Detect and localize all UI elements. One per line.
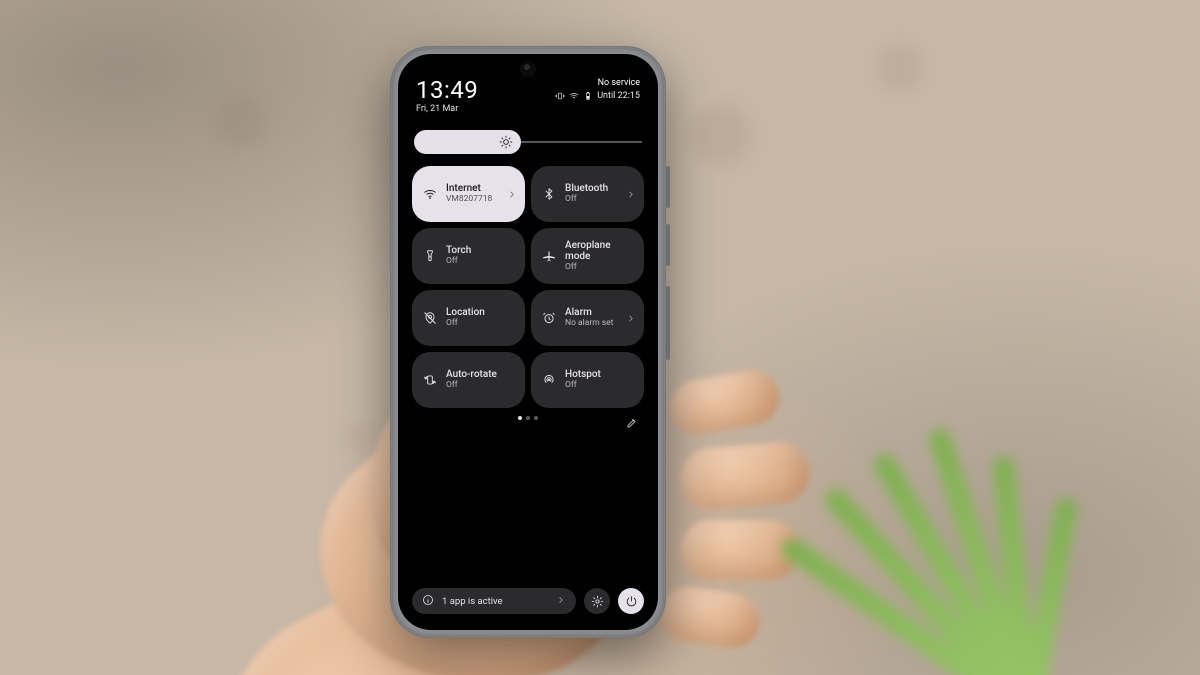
hotspot-icon	[541, 373, 557, 387]
brightness-slider[interactable]	[414, 130, 642, 154]
clock-time: 13:49	[416, 78, 478, 102]
quick-settings-panel: 13:49 Fri, 21 Mar No service	[398, 54, 658, 630]
torch-icon	[422, 249, 438, 263]
edit-tiles-button[interactable]	[626, 414, 638, 433]
pager-dot[interactable]	[518, 416, 522, 420]
tile-torch[interactable]: TorchOff	[412, 228, 525, 284]
tile-subtitle: Off	[446, 381, 497, 391]
tile-subtitle: Off	[446, 257, 471, 267]
service-status: No service	[555, 78, 640, 88]
brightness-fill	[414, 130, 521, 154]
pager	[410, 416, 646, 420]
autorotate-icon	[422, 373, 438, 387]
tile-subtitle: Off	[565, 195, 608, 205]
alarm-icon	[541, 311, 557, 325]
active-apps-text: 1 app is active	[442, 596, 503, 607]
tile-location[interactable]: LocationOff	[412, 290, 525, 346]
phone-frame: 13:49 Fri, 21 Mar No service	[390, 46, 666, 638]
dnd-until: Until 22:15	[597, 91, 640, 101]
tile-aeroplane-mode[interactable]: Aeroplane modeOff	[531, 228, 644, 284]
tile-subtitle: VM8207718	[446, 195, 492, 205]
chevron-right-icon	[556, 595, 566, 608]
tile-title: Aeroplane mode	[565, 240, 634, 263]
tile-internet[interactable]: InternetVM8207718	[412, 166, 525, 222]
pager-dot[interactable]	[534, 416, 538, 420]
wifi-icon	[422, 187, 438, 201]
tile-subtitle: Off	[446, 319, 485, 329]
battery-icon	[583, 91, 593, 101]
tile-hotspot[interactable]: HotspotOff	[531, 352, 644, 408]
tile-auto-rotate[interactable]: Auto-rotateOff	[412, 352, 525, 408]
tile-subtitle: No alarm set	[565, 319, 613, 329]
location-icon	[422, 311, 438, 325]
tile-subtitle: Off	[565, 381, 601, 391]
chevron-right-icon	[626, 185, 636, 204]
footer: 1 app is active	[410, 588, 646, 620]
airplane-icon	[541, 249, 557, 263]
tiles-grid: InternetVM8207718BluetoothOffTorchOffAer…	[410, 166, 646, 408]
tile-alarm[interactable]: AlarmNo alarm set	[531, 290, 644, 346]
pager-dot[interactable]	[526, 416, 530, 420]
plant-leaf	[820, 295, 1200, 675]
bluetooth-icon	[541, 187, 557, 201]
settings-button[interactable]	[584, 588, 610, 614]
phone-screen: 13:49 Fri, 21 Mar No service	[398, 54, 658, 630]
clock-block[interactable]: 13:49 Fri, 21 Mar	[416, 78, 478, 114]
active-apps-pill[interactable]: 1 app is active	[412, 588, 576, 614]
status-header: 13:49 Fri, 21 Mar No service	[410, 70, 646, 114]
chevron-right-icon	[626, 309, 636, 328]
info-icon	[422, 594, 434, 609]
tile-subtitle: Off	[565, 263, 634, 273]
wifi-icon	[569, 91, 579, 101]
brightness-icon	[499, 135, 513, 149]
power-button[interactable]	[618, 588, 644, 614]
clock-date: Fri, 21 Mar	[416, 104, 478, 114]
chevron-right-icon	[507, 185, 517, 204]
vibrate-icon	[555, 91, 565, 101]
tile-bluetooth[interactable]: BluetoothOff	[531, 166, 644, 222]
photo-background: 13:49 Fri, 21 Mar No service	[0, 0, 1200, 675]
